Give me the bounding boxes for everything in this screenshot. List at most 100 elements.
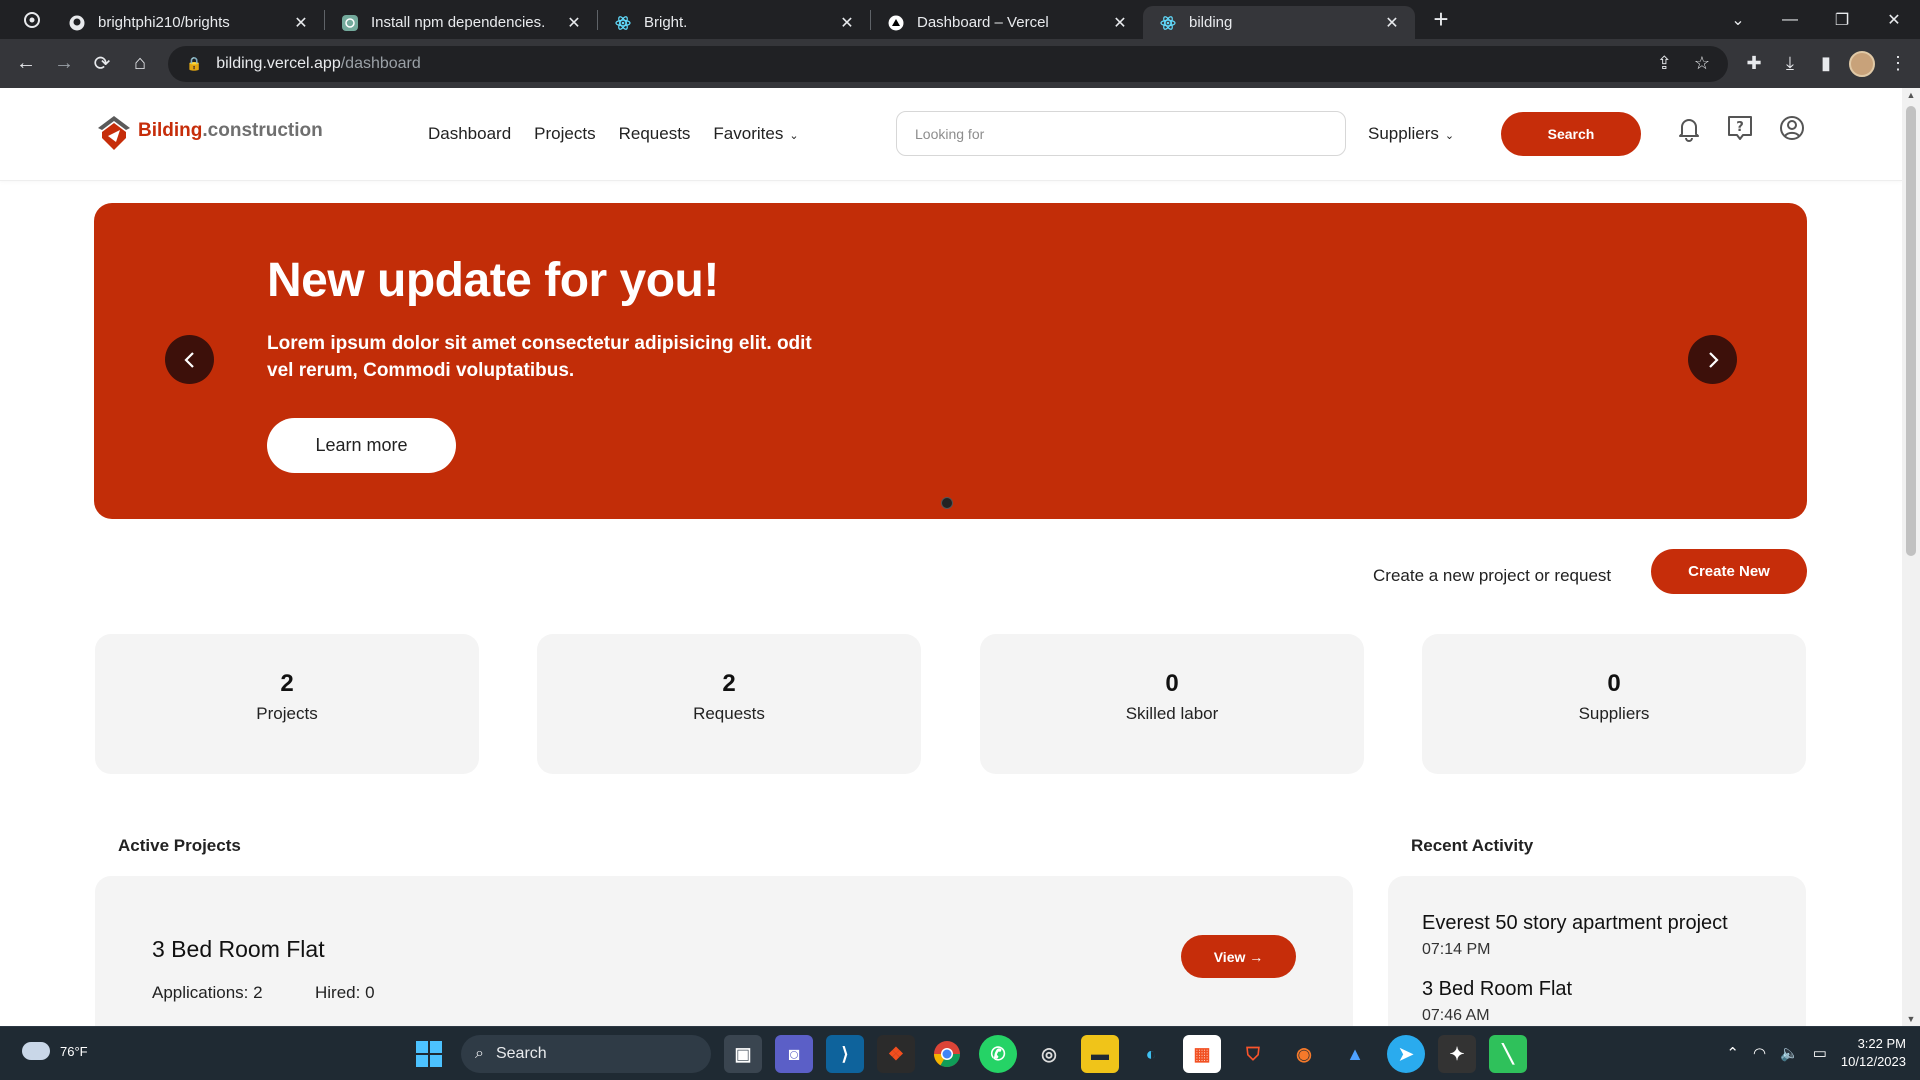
create-new-button[interactable]: Create New bbox=[1651, 549, 1807, 594]
tab-title: bilding bbox=[1189, 14, 1233, 31]
stat-value: 2 bbox=[722, 670, 736, 697]
tab-title: Dashboard – Vercel bbox=[917, 14, 1049, 31]
activity-item[interactable]: 3 Bed Room Flat 07:46 AM bbox=[1422, 978, 1572, 1025]
sidebar-icon[interactable]: ▮ bbox=[1808, 46, 1844, 82]
scroll-down-icon[interactable]: ▼ bbox=[1902, 1014, 1920, 1024]
maximize-icon[interactable]: ❐ bbox=[1816, 10, 1868, 30]
forward-arrow-icon[interactable]: → bbox=[46, 46, 82, 82]
window-controls: ⌄ — ❐ ✕ bbox=[1712, 0, 1920, 39]
search-input[interactable] bbox=[896, 111, 1346, 156]
whatsapp-icon[interactable]: ✆ bbox=[979, 1035, 1017, 1073]
close-tab-icon[interactable]: ✕ bbox=[838, 13, 856, 33]
browser-tab-active[interactable]: bilding ✕ bbox=[1143, 6, 1415, 39]
stat-label: Skilled labor bbox=[1125, 704, 1219, 723]
reload-icon[interactable]: ⟳ bbox=[84, 46, 120, 82]
home-icon[interactable]: ⌂ bbox=[122, 46, 158, 82]
extensions-puzzle-icon[interactable]: ✚ bbox=[1736, 46, 1772, 82]
brave-icon[interactable]: ⛉ bbox=[1234, 1035, 1272, 1073]
browser-tab[interactable]: Bright. ✕ bbox=[598, 6, 870, 39]
chrome-menu-icon[interactable]: ⋮ bbox=[1880, 46, 1916, 82]
nav-projects[interactable]: Projects bbox=[534, 124, 595, 144]
scroll-up-icon[interactable]: ▲ bbox=[1902, 90, 1920, 100]
edge-icon[interactable]: ◐ bbox=[1132, 1035, 1170, 1073]
activity-item[interactable]: Everest 50 story apartment project 07:14… bbox=[1422, 912, 1728, 959]
carousel-prev-button[interactable] bbox=[165, 335, 214, 384]
lock-icon[interactable]: 🔒 bbox=[186, 56, 202, 72]
help-icon[interactable]: ? bbox=[1725, 113, 1755, 143]
carousel-next-button[interactable] bbox=[1688, 335, 1737, 384]
browser-tab[interactable]: Install npm dependencies. ✕ bbox=[325, 6, 597, 39]
close-window-icon[interactable]: ✕ bbox=[1868, 10, 1920, 30]
profile-avatar[interactable] bbox=[1844, 46, 1880, 82]
close-tab-icon[interactable]: ✕ bbox=[292, 13, 310, 33]
back-arrow-icon[interactable]: ← bbox=[8, 46, 44, 82]
browser-tab-bar: brightphi210/brights ✕ Install npm depen… bbox=[0, 0, 1920, 39]
file-explorer-icon[interactable]: ▬ bbox=[1081, 1035, 1119, 1073]
app-icon[interactable]: ✦ bbox=[1438, 1035, 1476, 1073]
search-button[interactable]: Search bbox=[1501, 112, 1641, 156]
page-scrollbar[interactable]: ▲ ▼ bbox=[1902, 88, 1920, 1026]
stat-card-skilled-labor[interactable]: 0 Skilled labor bbox=[980, 634, 1364, 774]
volume-icon[interactable]: 🔈 bbox=[1780, 1044, 1799, 1062]
new-tab-button[interactable]: + bbox=[1423, 2, 1459, 38]
weather-widget[interactable]: 76°F bbox=[22, 1042, 88, 1060]
user-profile-icon[interactable] bbox=[1777, 113, 1807, 143]
wifi-icon[interactable]: ◠ bbox=[1753, 1044, 1766, 1062]
chevron-up-icon[interactable]: ⌃ bbox=[1726, 1044, 1739, 1062]
stat-card-projects[interactable]: 2 Projects bbox=[95, 634, 479, 774]
download-icon[interactable]: ⤓ bbox=[1772, 46, 1808, 82]
share-icon[interactable]: ⇪ bbox=[1657, 53, 1672, 74]
figma-icon[interactable]: ❖ bbox=[877, 1035, 915, 1073]
blender-icon[interactable]: ◉ bbox=[1285, 1035, 1323, 1073]
activity-name: Everest 50 story apartment project bbox=[1422, 912, 1728, 934]
close-tab-icon[interactable]: ✕ bbox=[1111, 13, 1129, 33]
close-tab-icon[interactable]: ✕ bbox=[565, 13, 583, 33]
tab-list-chevron-icon[interactable]: ⌄ bbox=[1712, 10, 1764, 30]
battery-icon[interactable]: ▭ bbox=[1813, 1044, 1827, 1062]
site-logo[interactable]: Bilding.construction bbox=[96, 112, 323, 150]
stat-label: Suppliers bbox=[1578, 704, 1650, 723]
teams-icon[interactable]: ◙ bbox=[775, 1035, 813, 1073]
suppliers-label: Suppliers bbox=[1368, 124, 1439, 143]
tab-search-icon[interactable] bbox=[12, 2, 52, 38]
main-menu: Dashboard Projects Requests Favorites ⌄ bbox=[428, 124, 799, 144]
chrome-icon[interactable] bbox=[928, 1035, 966, 1073]
taskbar-apps: ⌕ Search ▣ ◙ ⟩ ❖ ✆ ◎ ▬ ◐ ▦ ⛉ ◉ ▲ ➤ ✦ ╲ bbox=[410, 1035, 1527, 1073]
taskbar-search-label: Search bbox=[495, 1045, 547, 1062]
bookmark-star-icon[interactable]: ☆ bbox=[1694, 53, 1710, 74]
taskbar-search[interactable]: ⌕ Search bbox=[461, 1035, 711, 1073]
nav-favorites[interactable]: Favorites ⌄ bbox=[713, 124, 798, 144]
vscode-icon[interactable]: ⟩ bbox=[826, 1035, 864, 1073]
nav-dashboard[interactable]: Dashboard bbox=[428, 124, 511, 144]
windows-start-icon[interactable] bbox=[410, 1035, 448, 1073]
stat-card-suppliers[interactable]: 0 Suppliers bbox=[1422, 634, 1806, 774]
bell-icon[interactable] bbox=[1674, 113, 1704, 143]
activity-time: 07:46 AM bbox=[1422, 1007, 1490, 1024]
recent-activity-card: Everest 50 story apartment project 07:14… bbox=[1388, 876, 1806, 1026]
browser-tab[interactable]: brightphi210/brights ✕ bbox=[52, 6, 324, 39]
taskbar-clock[interactable]: 3:22 PM 10/12/2023 bbox=[1841, 1035, 1906, 1071]
vercel-icon bbox=[887, 14, 905, 32]
url-path: /dashboard bbox=[340, 54, 421, 72]
nav-requests[interactable]: Requests bbox=[619, 124, 691, 144]
stat-card-requests[interactable]: 2 Requests bbox=[537, 634, 921, 774]
active-projects-title: Active Projects bbox=[118, 836, 241, 855]
address-bar[interactable]: 🔒 bilding.vercel.app /dashboard ⇪ ☆ bbox=[168, 45, 1728, 82]
obs-icon[interactable]: ◎ bbox=[1030, 1035, 1068, 1073]
minimize-icon[interactable]: — bbox=[1764, 11, 1816, 29]
close-tab-icon[interactable]: ✕ bbox=[1383, 13, 1401, 33]
edit-app-icon[interactable]: ╲ bbox=[1489, 1035, 1527, 1073]
browser-tab[interactable]: Dashboard – Vercel ✕ bbox=[871, 6, 1143, 39]
learn-more-button[interactable]: Learn more bbox=[267, 418, 456, 473]
scrollbar-thumb[interactable] bbox=[1906, 106, 1916, 556]
site-header: Bilding.construction Dashboard Projects … bbox=[0, 88, 1902, 181]
ms-store-icon[interactable]: ▦ bbox=[1183, 1035, 1221, 1073]
task-view-icon[interactable]: ▣ bbox=[724, 1035, 762, 1073]
carousel-dot[interactable] bbox=[941, 497, 953, 509]
tab-title: brightphi210/brights bbox=[98, 14, 230, 31]
affinity-icon[interactable]: ▲ bbox=[1336, 1035, 1374, 1073]
suppliers-dropdown[interactable]: Suppliers ⌄ bbox=[1368, 124, 1454, 144]
telegram-icon[interactable]: ➤ bbox=[1387, 1035, 1425, 1073]
github-icon bbox=[68, 14, 86, 32]
view-project-button[interactable]: View → bbox=[1181, 935, 1296, 978]
